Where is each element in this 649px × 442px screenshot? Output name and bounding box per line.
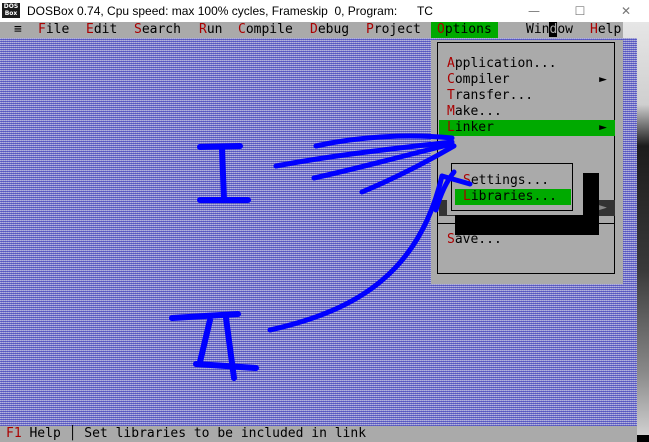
libraries-label: ibraries... (470, 189, 557, 204)
menu-options[interactable]: Options (431, 22, 498, 38)
linker-submenu: Settings... Libraries... (447, 161, 583, 215)
make-hotkey: M (447, 104, 455, 119)
menu-help-label: elp (597, 22, 622, 37)
compiler-label: ompiler (454, 72, 510, 87)
libraries-hotkey: L (463, 189, 471, 204)
menu-debug-hotkey: D (310, 22, 318, 37)
close-button[interactable]: ✕ (603, 0, 649, 22)
menu-edit-label: dit (93, 22, 118, 37)
menu-window-label-pre: Win (526, 22, 550, 37)
application-label: pplication... (454, 56, 557, 71)
menu-options-label: ptions (444, 22, 492, 37)
menu-compile[interactable]: Compile (238, 22, 293, 38)
submenu-arrow-icon: ► (599, 200, 607, 215)
linker-label: inker (454, 120, 494, 135)
menu-run[interactable]: Run (199, 22, 222, 38)
transfer-hotkey: T (447, 88, 455, 103)
system-menu[interactable]: ≡ (14, 22, 22, 38)
tc-menubar: ≡ File Edit Search Run Compile Debug Pro… (0, 22, 623, 38)
application-hotkey: A (447, 56, 455, 71)
linker-item-libraries[interactable]: Libraries... (455, 189, 571, 205)
menu-debug-label: ebug (317, 22, 350, 37)
submenu-arrow-icon: ► (599, 120, 607, 135)
settings-hotkey: S (463, 173, 471, 188)
window-titlebar: DOS Box DOSBox 0.74, Cpu speed: max 100% … (0, 0, 649, 22)
menu-options-hotkey: O (437, 22, 445, 37)
menu-file[interactable]: File (38, 22, 69, 38)
window-title: DOSBox 0.74, Cpu speed: max 100% cycles,… (27, 4, 433, 18)
dosbox-app-icon: DOS Box (2, 3, 20, 18)
status-f1-key[interactable]: F1 (0, 426, 22, 441)
menu-search[interactable]: Search (134, 22, 181, 38)
settings-label: ettings... (470, 173, 550, 188)
tc-statusbar: F1 Help │ Set libraries to be included i… (0, 426, 637, 442)
menu-debug[interactable]: Debug (310, 22, 349, 38)
menu-help-hotkey: H (590, 22, 598, 37)
maximize-button[interactable]: ☐ (557, 0, 603, 22)
compiler-hotkey: C (447, 72, 455, 87)
menu-window[interactable]: Window (526, 22, 573, 38)
transfer-label: ransfer... (454, 88, 534, 103)
dos-screen: ≡ File Edit Search Run Compile Debug Pro… (0, 22, 637, 442)
menu-window-label: ow (557, 22, 573, 37)
menu-project-hotkey: P (366, 22, 374, 37)
menu-search-label: earch (141, 22, 181, 37)
submenu-arrow-icon: ► (599, 72, 607, 87)
menu-compile-hotkey: C (238, 22, 246, 37)
menu-run-label: un (206, 22, 223, 37)
menu-help[interactable]: Help (590, 22, 621, 38)
status-help-label: Help (21, 426, 69, 441)
linker-hotkey: L (447, 120, 455, 135)
minimize-button[interactable]: — (511, 0, 557, 22)
linker-submenu-shadow (583, 173, 599, 221)
menu-file-label: ile (45, 22, 70, 37)
menu-edit-hotkey: E (86, 22, 94, 37)
options-item-linker[interactable]: Linker ► (439, 120, 615, 136)
menu-compile-label: ompile (245, 22, 293, 37)
make-label: ake... (454, 104, 502, 119)
menu-file-hotkey: F (38, 22, 46, 37)
menu-project[interactable]: Project (366, 22, 421, 38)
options-item-compiler[interactable]: Compiler ► (439, 72, 615, 88)
linker-item-settings[interactable]: Settings... (455, 173, 571, 189)
menu-edit[interactable]: Edit (86, 22, 117, 38)
options-item-make[interactable]: Make... (439, 104, 615, 120)
options-item-transfer[interactable]: Transfer... (439, 88, 615, 104)
menu-run-hotkey: R (199, 22, 207, 37)
status-message: Set libraries to be included in link (76, 426, 367, 441)
options-item-application[interactable]: Application... (439, 56, 615, 72)
menu-search-hotkey: S (134, 22, 142, 37)
menu-project-label: roject (373, 22, 421, 37)
